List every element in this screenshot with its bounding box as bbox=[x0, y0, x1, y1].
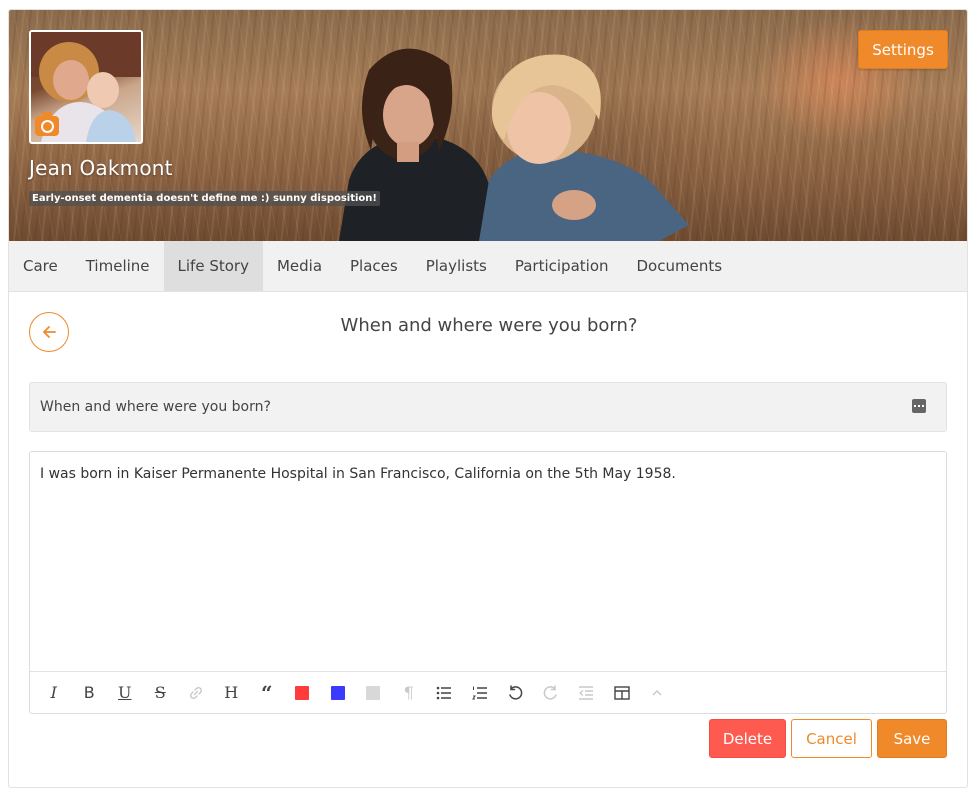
outdent-icon[interactable] bbox=[569, 678, 605, 708]
cancel-button[interactable]: Cancel bbox=[791, 719, 872, 758]
chevron-up-icon[interactable] bbox=[640, 678, 676, 708]
profile-tagline: Early-onset dementia doesn't define me :… bbox=[29, 191, 380, 206]
quote-icon[interactable]: “ bbox=[249, 678, 285, 708]
question-input[interactable] bbox=[30, 383, 900, 431]
tab-playlists[interactable]: Playlists bbox=[412, 241, 501, 291]
more-options-icon[interactable] bbox=[912, 399, 926, 413]
profile-card: Jean Oakmont Early-onset dementia doesn'… bbox=[8, 9, 968, 788]
tab-care[interactable]: Care bbox=[9, 241, 72, 291]
save-button[interactable]: Save bbox=[877, 719, 947, 758]
cover-photo: Jean Oakmont Early-onset dementia doesn'… bbox=[9, 10, 967, 241]
link-icon[interactable] bbox=[178, 678, 214, 708]
page-title: When and where were you born? bbox=[340, 315, 638, 336]
redo-icon[interactable] bbox=[533, 678, 569, 708]
question-field bbox=[29, 382, 947, 432]
strikethrough-icon[interactable]: S bbox=[143, 678, 179, 708]
delete-button[interactable]: Delete bbox=[709, 719, 786, 758]
table-icon[interactable] bbox=[604, 678, 640, 708]
tab-life-story[interactable]: Life Story bbox=[163, 241, 263, 291]
profile-tabs: Care Timeline Life Story Media Places Pl… bbox=[9, 241, 967, 292]
heading-icon[interactable]: H bbox=[214, 678, 250, 708]
editor-toolbar: I B U S H “ ¶ bbox=[30, 671, 946, 713]
text-color-blue-icon[interactable] bbox=[320, 678, 356, 708]
tab-places[interactable]: Places bbox=[336, 241, 412, 291]
text-color-gray-icon[interactable] bbox=[356, 678, 392, 708]
undo-icon[interactable] bbox=[498, 678, 534, 708]
cover-photo-people bbox=[339, 48, 689, 241]
settings-button[interactable]: Settings bbox=[858, 30, 948, 69]
underline-icon[interactable]: U bbox=[107, 678, 143, 708]
bullet-list-icon[interactable] bbox=[427, 678, 463, 708]
camera-icon[interactable] bbox=[35, 112, 59, 136]
tab-timeline[interactable]: Timeline bbox=[72, 241, 164, 291]
tab-participation[interactable]: Participation bbox=[501, 241, 623, 291]
italic-icon[interactable]: I bbox=[36, 678, 72, 708]
tab-media[interactable]: Media bbox=[263, 241, 336, 291]
rich-text-editor: I was born in Kaiser Permanente Hospital… bbox=[29, 451, 947, 714]
bold-icon[interactable]: B bbox=[72, 678, 108, 708]
answer-text[interactable]: I was born in Kaiser Permanente Hospital… bbox=[30, 452, 946, 671]
profile-name: Jean Oakmont bbox=[29, 156, 173, 180]
text-color-red-icon[interactable] bbox=[285, 678, 321, 708]
paragraph-icon[interactable]: ¶ bbox=[391, 678, 427, 708]
tab-documents[interactable]: Documents bbox=[623, 241, 737, 291]
numbered-list-icon[interactable] bbox=[462, 678, 498, 708]
profile-avatar[interactable] bbox=[29, 30, 143, 144]
